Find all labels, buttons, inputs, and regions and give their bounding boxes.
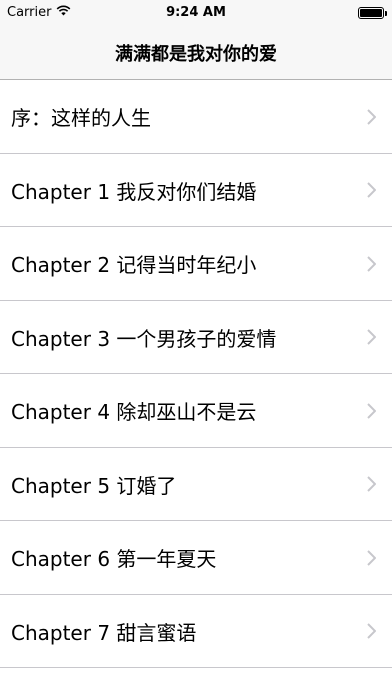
status-bar: Carrier 9:24 AM [0,0,392,26]
chevron-right-icon [367,550,377,570]
chevron-right-icon [367,623,377,643]
chevron-right-icon [367,403,377,423]
battery-fill [360,9,382,17]
chapter-label: Chapter 3 一个男孩子的爱情 [11,326,277,351]
chevron-right-icon [367,182,377,202]
chevron-right-icon [367,109,377,129]
status-time: 9:24 AM [166,5,226,20]
chapter-list: 序：这样的人生 Chapter 1 我反对你们结婚 Chapter 2 记得当时… [0,80,392,668]
chapter-row[interactable]: Chapter 1 我反对你们结婚 [0,154,392,228]
battery-tip [385,11,387,16]
chapter-row[interactable]: Chapter 3 一个男孩子的爱情 [0,301,392,375]
chevron-right-icon [367,476,377,496]
chapter-row[interactable]: Chapter 7 甜言蜜语 [0,595,392,669]
chevron-right-icon [367,329,377,349]
chapter-label: 序：这样的人生 [11,106,151,131]
chapter-row[interactable]: Chapter 6 第一年夏天 [0,521,392,595]
chapter-row[interactable]: Chapter 4 除却巫山不是云 [0,374,392,448]
chapter-label: Chapter 4 除却巫山不是云 [11,400,257,425]
chapter-label: Chapter 1 我反对你们结婚 [11,179,257,204]
chevron-right-icon [367,256,377,276]
chapter-label: Chapter 6 第一年夏天 [11,547,217,572]
chapter-label: Chapter 5 订婚了 [11,473,177,498]
chapter-row[interactable]: Chapter 5 订婚了 [0,448,392,522]
battery-icon [358,7,384,19]
chapter-label: Chapter 2 记得当时年纪小 [11,253,257,278]
navigation-bar: 满满都是我对你的爱 [0,26,392,80]
chapter-row[interactable]: Chapter 2 记得当时年纪小 [0,227,392,301]
chapter-label: Chapter 7 甜言蜜语 [11,620,197,645]
page-title: 满满都是我对你的爱 [115,43,277,65]
chapter-row[interactable]: 序：这样的人生 [0,80,392,154]
